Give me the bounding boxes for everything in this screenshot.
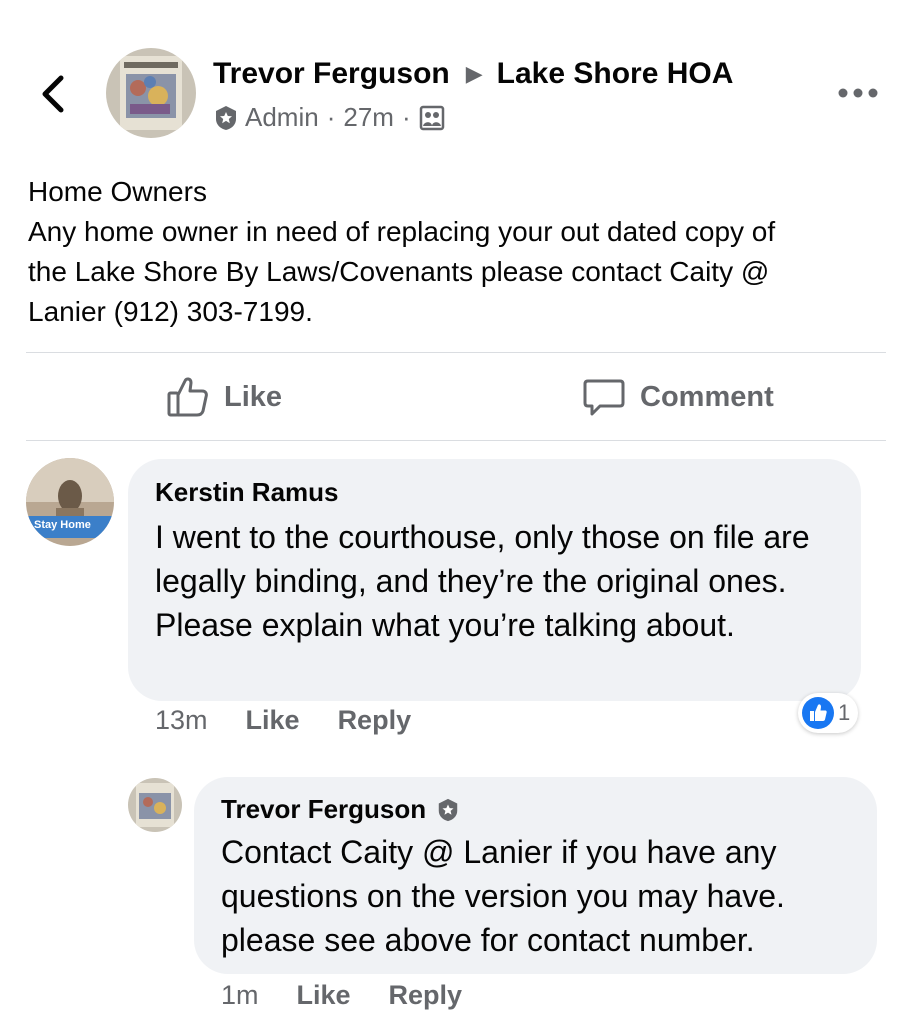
comment-text: I went to the courthouse, only those on …: [155, 519, 810, 643]
meta-separator: ·: [326, 102, 336, 132]
post-text: Home Owners Any home owner in need of re…: [28, 172, 888, 332]
post-author-name[interactable]: Trevor Ferguson: [213, 57, 450, 91]
reply-text: Contact Caity @ Lanier if you have any q…: [221, 834, 785, 958]
post-meta: Admin · 27m ·: [213, 102, 445, 133]
meta-separator: ·: [401, 102, 411, 132]
comment-meta: 13m Like Reply: [155, 705, 449, 736]
like-label: Like: [224, 380, 283, 413]
reply-author-name[interactable]: Trevor Ferguson: [221, 794, 426, 825]
reply-like-button[interactable]: Like: [297, 980, 351, 1011]
avatar-frame-text: Stay Home: [34, 519, 91, 531]
reply-time[interactable]: 1m: [221, 980, 259, 1011]
comment-author-avatar[interactable]: Stay Home: [26, 458, 114, 546]
post-text-line: Home Owners: [28, 176, 207, 207]
group-name[interactable]: Lake Shore HOA: [497, 57, 734, 91]
comment-reaction-count[interactable]: 1: [798, 693, 859, 733]
admin-role-label: Admin: [245, 102, 319, 132]
admin-badge-icon: [216, 105, 236, 130]
post-header-title: Trevor Ferguson ▶ Lake Shore HOA: [213, 57, 733, 91]
post-text-line: Lanier (912) 303-7199.: [28, 296, 313, 327]
more-horizontal-icon: [838, 88, 878, 98]
post-text-line: Any home owner in need of replacing your…: [28, 216, 776, 247]
reply-reply-button[interactable]: Reply: [389, 980, 463, 1011]
post-author-avatar[interactable]: [106, 48, 196, 138]
reaction-count: 1: [838, 700, 851, 725]
play-right-icon: ▶: [465, 61, 483, 86]
like-reaction-icon: [802, 697, 834, 729]
chevron-left-icon: [42, 75, 64, 113]
admin-badge-icon: [438, 798, 458, 821]
reply-meta: 1m Like Reply: [221, 980, 500, 1011]
comment-reply-button[interactable]: Reply: [338, 705, 412, 736]
post-text-line: the Lake Shore By Laws/Covenants please …: [28, 256, 770, 287]
comment-button[interactable]: Comment: [582, 375, 774, 419]
comment-icon: [583, 379, 625, 416]
group-audience-icon: [419, 105, 444, 130]
comment-like-button[interactable]: Like: [246, 705, 300, 736]
reply-author-avatar[interactable]: [128, 778, 182, 832]
comment-author-name[interactable]: Kerstin Ramus: [155, 477, 339, 508]
divider: [26, 352, 886, 353]
back-button[interactable]: [34, 68, 74, 120]
more-options-button[interactable]: [834, 78, 882, 108]
like-button[interactable]: Like: [166, 375, 282, 419]
reply-author-row: Trevor Ferguson: [221, 794, 460, 825]
divider: [26, 440, 886, 441]
comment-label: Comment: [640, 380, 774, 413]
thumbs-up-icon: [167, 377, 208, 417]
post-time[interactable]: 27m: [343, 102, 394, 133]
comment-time[interactable]: 13m: [155, 705, 208, 736]
